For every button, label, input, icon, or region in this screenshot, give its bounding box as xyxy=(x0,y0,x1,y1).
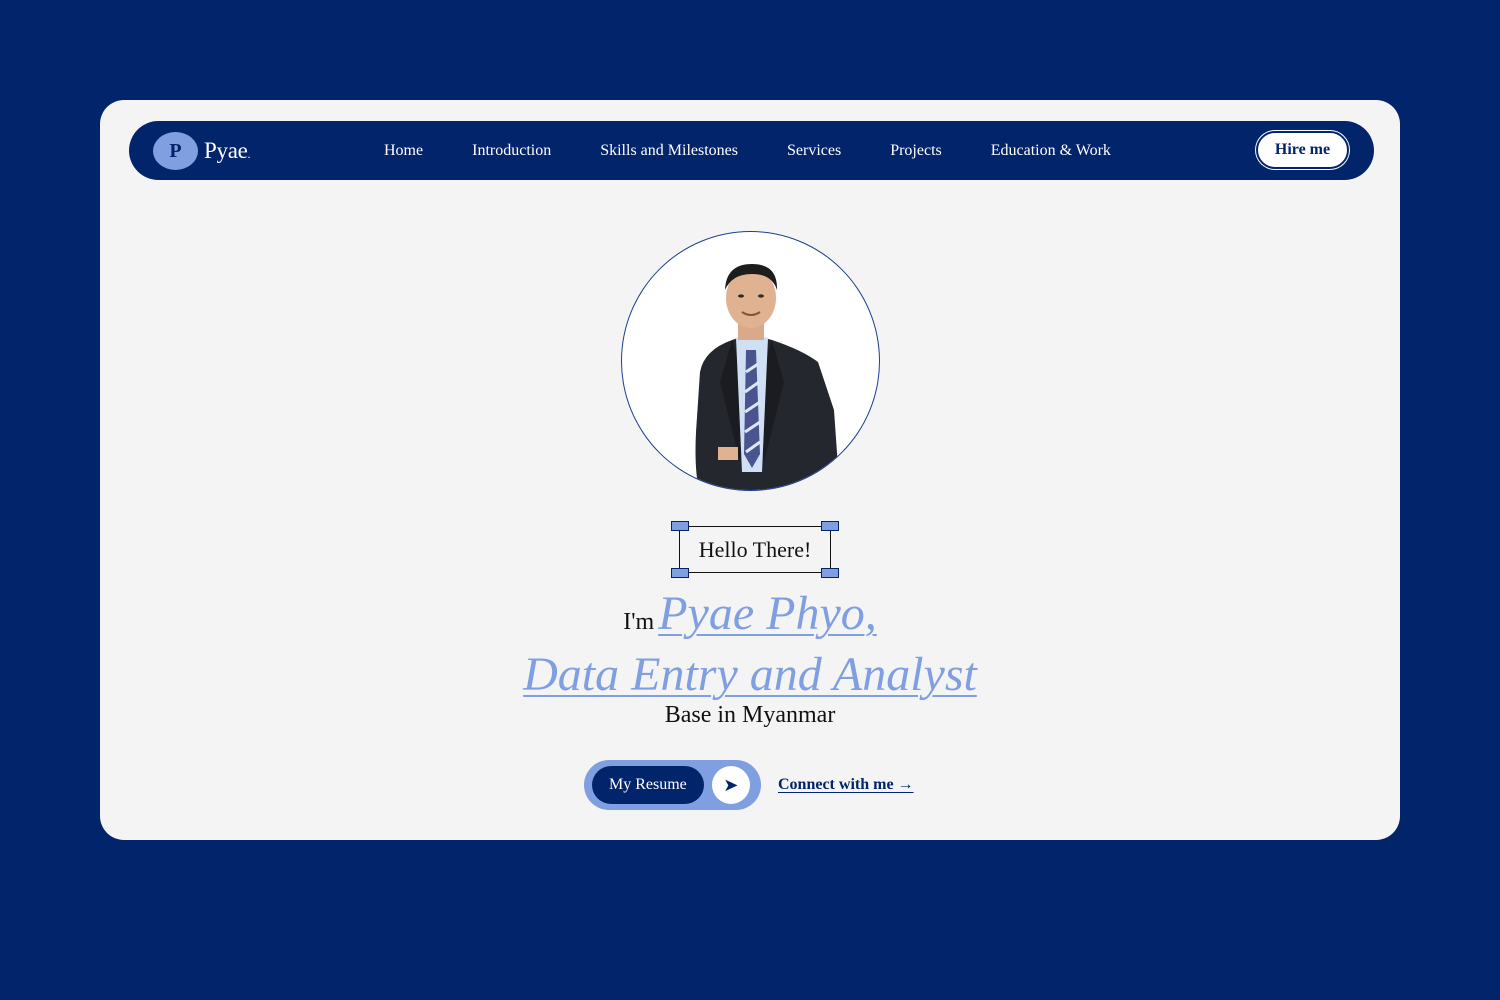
logo-dot: . xyxy=(247,147,251,161)
person-illustration xyxy=(695,264,838,490)
arrow-right-icon: ➤ xyxy=(711,766,750,804)
logo[interactable]: P Pyae. xyxy=(153,132,250,170)
resize-handle-bottom-right xyxy=(821,568,839,578)
headline-line-1: I'm Pyae Phyo, xyxy=(100,589,1400,650)
im-text: I'm xyxy=(623,609,655,635)
logo-badge: P xyxy=(153,132,198,170)
nav-links: Home Introduction Skills and Milestones … xyxy=(384,121,1160,180)
main-card: P Pyae. Home Introduction Skills and Mil… xyxy=(100,100,1400,840)
nav-link-introduction[interactable]: Introduction xyxy=(472,142,551,160)
resume-label: My Resume xyxy=(592,766,704,804)
navbar: P Pyae. Home Introduction Skills and Mil… xyxy=(129,121,1374,180)
nav-link-services[interactable]: Services xyxy=(787,142,841,160)
hero-location: Base in Myanmar xyxy=(664,702,836,728)
hero-role: Data Entry and Analyst xyxy=(523,648,977,701)
logo-text: Pyae. xyxy=(204,138,250,164)
logo-name: Pyae xyxy=(204,138,248,163)
nav-link-home[interactable]: Home xyxy=(384,142,423,160)
nav-link-skills[interactable]: Skills and Milestones xyxy=(600,142,738,160)
profile-photo xyxy=(621,231,880,491)
greeting-box: Hello There! xyxy=(671,521,839,578)
nav-link-education-work[interactable]: Education & Work xyxy=(991,142,1111,160)
resize-handle-top-right xyxy=(821,521,839,531)
connect-link[interactable]: Connect with me → xyxy=(778,776,914,794)
nav-link-projects[interactable]: Projects xyxy=(890,142,942,160)
hero-name: Pyae Phyo, xyxy=(658,587,877,640)
resize-handle-bottom-left xyxy=(671,568,689,578)
resize-handle-top-left xyxy=(671,521,689,531)
cta-row: My Resume ➤ Connect with me → xyxy=(584,760,914,810)
hero-headline: I'm Pyae Phyo, Data Entry and Analyst xyxy=(100,589,1400,711)
hire-me-button[interactable]: Hire me xyxy=(1256,131,1349,169)
my-resume-button[interactable]: My Resume ➤ xyxy=(584,760,761,810)
greeting-text: Hello There! xyxy=(698,536,812,562)
